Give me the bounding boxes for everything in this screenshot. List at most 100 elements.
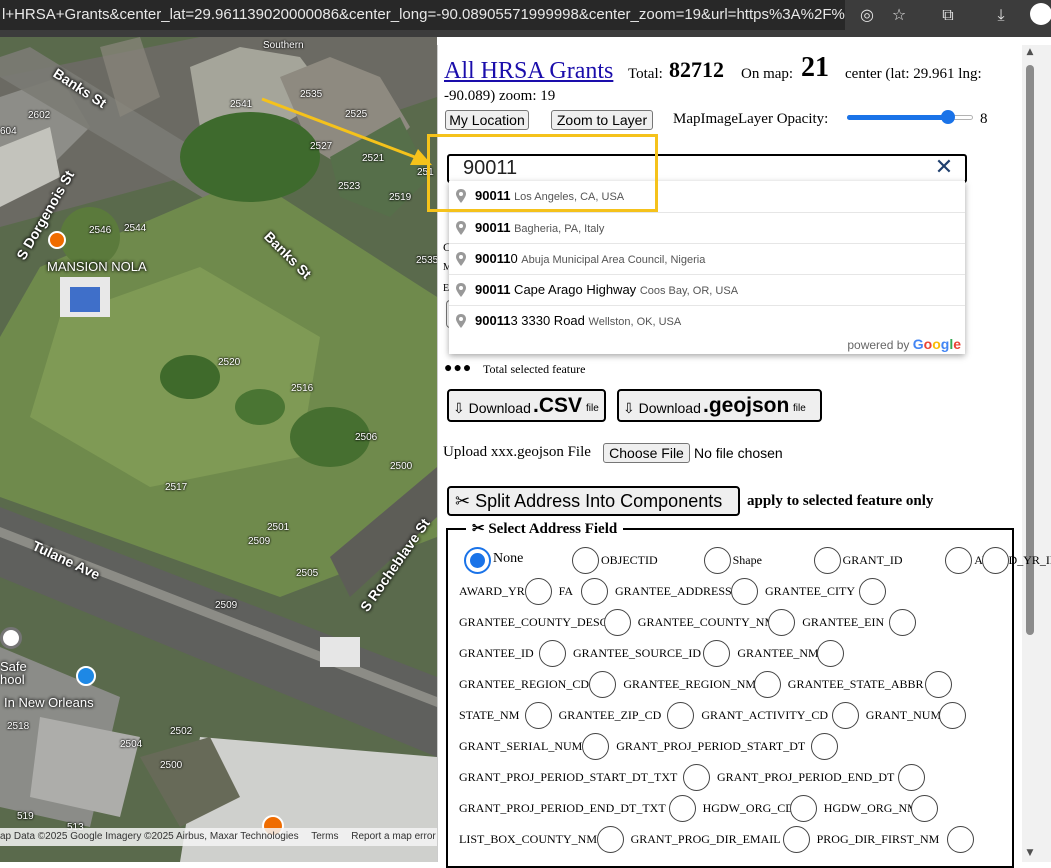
extensions-icon[interactable]: ⧉ [937, 4, 959, 26]
radio-button[interactable] [683, 764, 710, 791]
field-label: GRANTEE_STATE_ABBR [787, 677, 924, 691]
radio-objectid[interactable] [572, 547, 599, 574]
satellite-map[interactable]: Southern 2541 2535 2525 2602 604 2527 25… [0, 37, 437, 862]
radio-button[interactable] [947, 826, 974, 853]
radio-grant-id[interactable] [813, 547, 841, 574]
bookmark-star-icon[interactable]: ☆ [888, 4, 910, 26]
map-pin-icon [456, 252, 466, 266]
my-location-button[interactable]: My Location [445, 110, 529, 130]
field-label: AWARD_YR [459, 584, 525, 598]
download-ext: .geojson [703, 394, 790, 417]
clear-search-icon[interactable]: ✕ [933, 157, 955, 179]
attribution-text: ap Data ©2025 Google Imagery ©2025 Airbu… [0, 831, 299, 842]
onmap-label: On map: [741, 66, 794, 82]
field-label: HGDW_ORG_CD [702, 801, 794, 815]
radio-button[interactable] [581, 578, 608, 605]
opacity-slider[interactable] [847, 110, 973, 124]
map-pin-icon [456, 314, 466, 328]
suggestion-item[interactable]: 900110 Abuja Municipal Area Council, Nig… [449, 243, 965, 274]
radio-button[interactable] [911, 795, 938, 822]
suggestion-secondary: Abuja Municipal Area Council, Nigeria [521, 254, 706, 266]
suggestion-main: 90011 [475, 251, 511, 266]
powered-by-google: powered by Google [847, 336, 961, 352]
radio-button[interactable] [753, 671, 781, 698]
suggestion-main: 90011 [475, 282, 511, 297]
radio-button[interactable] [539, 640, 566, 667]
suggestion-secondary: Wellston, OK, USA [588, 316, 682, 328]
field-label: GRANTEE_COUNTY_NM [637, 615, 776, 629]
opacity-value: 8 [980, 111, 988, 127]
slider-knob[interactable] [940, 110, 955, 124]
profile-avatar[interactable] [1030, 3, 1051, 25]
field-label: GRANT_ID [842, 553, 903, 567]
suggestion-item[interactable]: 90011 Cape Arago Highway Coos Bay, OR, U… [449, 274, 965, 305]
radio-button[interactable] [596, 826, 624, 853]
choose-file-button[interactable]: Choose File [603, 443, 690, 463]
radio-button[interactable] [831, 702, 859, 729]
field-label: GRANTEE_NM [737, 646, 819, 660]
radio-award-yr-id[interactable] [945, 547, 973, 574]
page-title-link[interactable]: All HRSA Grants [444, 58, 613, 85]
field-label: GRANTEE_ADDRESS [615, 584, 732, 598]
field-label: GRANTEE_COUNTY_DESC [459, 615, 608, 629]
opacity-label: MapImageLayer Opacity: [673, 111, 829, 127]
field-label: GRANTEE_EIN [802, 615, 885, 629]
field-label: GRANTEE_REGION_CD [459, 677, 589, 691]
annotation-arrow [261, 97, 432, 165]
center-text: center (lat: 29.961 lng: [845, 66, 982, 82]
radio-button[interactable] [897, 764, 925, 791]
suggestion-item[interactable]: 900113 3330 Road Wellston, OK, USA [449, 305, 965, 336]
eye-off-icon[interactable]: ◎ [856, 4, 878, 26]
scrollbar[interactable]: ▲ ▼ [1022, 45, 1051, 862]
radio-button[interactable] [731, 578, 758, 605]
total-label: Total: [628, 66, 663, 82]
download-geojson-button[interactable]: ⇩ Download .geojson file [617, 389, 822, 422]
browser-toolbar: l+HRSA+Grants&center_lat=29.961139020000… [0, 0, 1051, 37]
download-prefix: ⇩ Download [453, 400, 531, 416]
selected-dots: ●●● [444, 361, 473, 376]
split-address-button[interactable]: ✂ Split Address Into Components [447, 486, 740, 516]
map-pin-icon [456, 283, 466, 297]
onmap-value: 21 [801, 52, 829, 83]
radio-button[interactable] [524, 702, 552, 729]
radio-button[interactable] [938, 702, 966, 729]
radio-none[interactable] [464, 547, 491, 574]
download-prefix: ⇩ Download [623, 400, 701, 416]
download-ext: .CSV [533, 394, 583, 417]
address-bar[interactable]: l+HRSA+Grants&center_lat=29.961139020000… [0, 0, 845, 30]
download-csv-button[interactable]: ⇩ Download .CSV file [447, 389, 606, 422]
zoom-to-layer-button[interactable]: Zoom to Layer [551, 110, 653, 130]
radio-button[interactable] [668, 795, 696, 822]
radio-button[interactable] [789, 795, 817, 822]
radio-button[interactable] [768, 609, 796, 636]
field-label: GRANT_NUM [865, 708, 942, 722]
no-file-label: No file chosen [694, 445, 783, 461]
radio-button[interactable] [524, 578, 552, 605]
selected-label: Total selected feature [483, 362, 586, 376]
scroll-up-icon[interactable]: ▲ [1024, 47, 1036, 59]
suggestion-secondary: Bagheria, PA, Italy [514, 223, 605, 235]
download-icon[interactable]: ⤓ [990, 4, 1012, 26]
terms-link[interactable]: Terms [311, 831, 338, 842]
field-label: GRANT_PROJ_PERIOD_END_DT [717, 770, 895, 784]
suggestion-main: 90011 [475, 220, 511, 235]
report-error-link[interactable]: Report a map error [351, 831, 435, 842]
field-label: HGDW_ORG_NM [823, 801, 918, 815]
download-suffix: file [793, 403, 806, 414]
scroll-down-icon[interactable]: ▼ [1024, 848, 1036, 860]
field-label: Shape [732, 553, 762, 567]
radio-button[interactable] [603, 609, 631, 636]
field-label: GRANT_SERIAL_NUM [459, 739, 583, 753]
map-pin-icon [456, 221, 466, 235]
select-field-legend: ✂ Select Address Field [466, 519, 624, 538]
field-label: PROG_DIR_FIRST_NM [816, 832, 940, 846]
suggestion-item[interactable]: 90011 Bagheria, PA, Italy [449, 212, 965, 243]
radio-button[interactable] [782, 826, 810, 853]
powered-by-text: powered by [847, 338, 910, 352]
field-label: None [493, 551, 524, 566]
radio-button[interactable] [582, 733, 610, 760]
scrollbar-thumb[interactable] [1026, 65, 1034, 635]
radio-shape[interactable] [703, 547, 731, 574]
radio-button[interactable] [982, 547, 1009, 574]
field-label: GRANTEE_ZIP_CD [558, 708, 662, 722]
